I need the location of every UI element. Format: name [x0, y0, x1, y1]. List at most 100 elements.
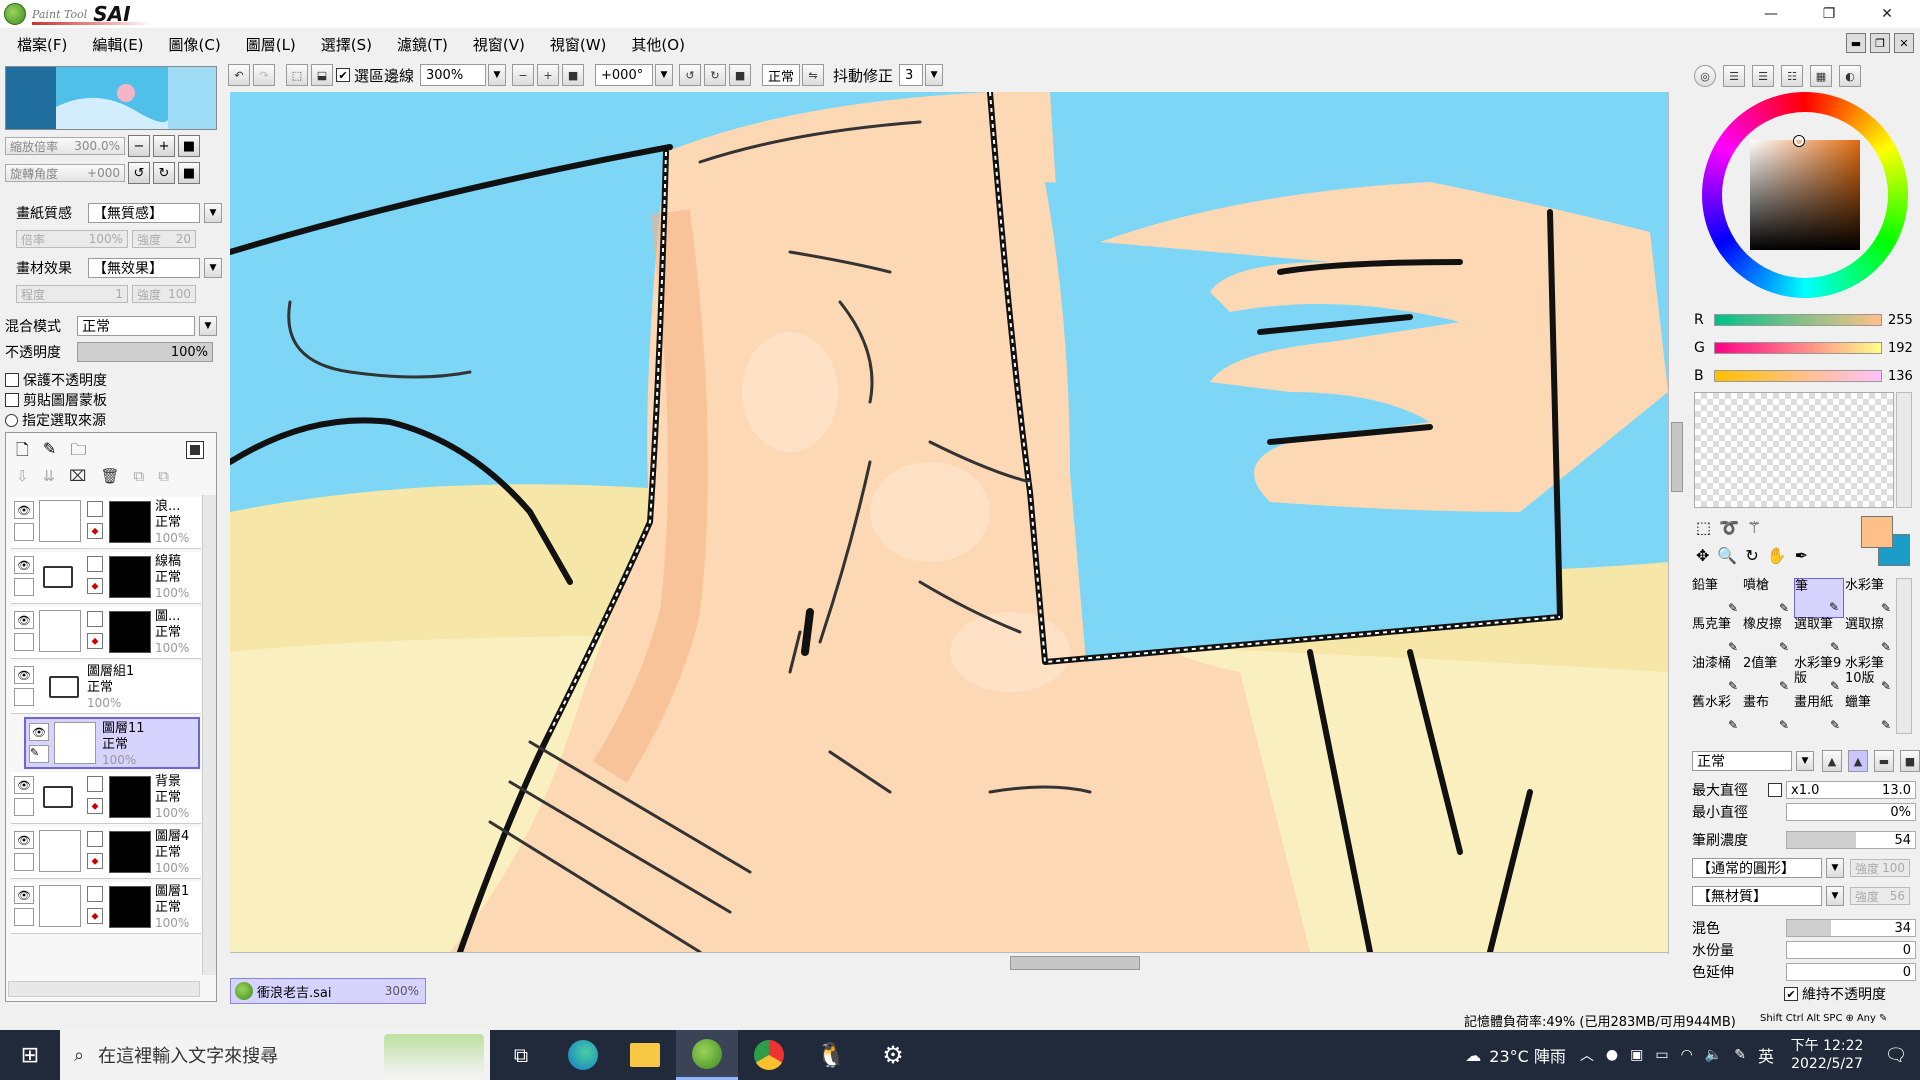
chevron-up-icon[interactable]: ︿ [1580, 1045, 1594, 1065]
layer-row[interactable]: 👁 ⬥ 圖... 正常 100% [11, 607, 201, 659]
chevron-down-icon[interactable]: ▼ [488, 64, 507, 86]
chevron-down-icon[interactable]: ▼ [1796, 751, 1814, 771]
lock-toggle[interactable] [14, 798, 34, 816]
canvas-horizontal-scrollbar[interactable] [230, 952, 1668, 972]
menu-select[interactable]: 選擇(S) [321, 34, 372, 55]
angle-slider[interactable]: 旋轉角度 +000 [5, 164, 125, 182]
merge-down-icon[interactable]: ⇊ [43, 467, 56, 485]
tool-grid-scrollbar[interactable] [1896, 578, 1912, 734]
max-diameter-slider[interactable]: x1.0 13.0 [1786, 781, 1916, 799]
rotate-select[interactable]: +000° [595, 64, 654, 86]
mask-link-icon[interactable]: ⬥ [87, 633, 103, 649]
lock-toggle[interactable] [14, 853, 34, 871]
chrome-icon[interactable] [738, 1030, 800, 1080]
opacity-slider[interactable]: 100% [77, 342, 213, 362]
effect-select[interactable]: 【無效果】 [88, 258, 200, 278]
restore-button[interactable]: ❐ [1806, 0, 1852, 28]
b-slider[interactable] [1714, 370, 1882, 382]
tool-1[interactable]: 噴槍 ✎ [1743, 578, 1793, 618]
eye-icon[interactable]: 👁 [14, 666, 34, 684]
mask-toggle[interactable] [87, 556, 103, 572]
rgb-slider-tab[interactable]: ☰ [1723, 65, 1745, 87]
wifi-icon[interactable]: ◠ [1681, 1047, 1693, 1063]
tool-6[interactable]: 選取筆 ✎ [1794, 617, 1844, 657]
windows-start-icon[interactable]: ⊞ [0, 1030, 60, 1080]
paper-scale-field[interactable]: 倍率 100% [16, 230, 128, 248]
canvas-vertical-scrollbar[interactable] [1668, 92, 1686, 954]
mask-link-icon[interactable]: ⬥ [87, 853, 103, 869]
layer-row[interactable]: 👁 ⬥ 線稿 正常 100% [11, 552, 201, 604]
effect-strength-field[interactable]: 強度 100 [132, 285, 196, 303]
zoom-out-button[interactable]: − [128, 135, 150, 157]
menu-edit[interactable]: 編輯(E) [92, 34, 143, 55]
lasso-icon[interactable]: ➰ [1719, 518, 1739, 537]
zoom-select[interactable]: 300% [420, 64, 487, 86]
layer-row[interactable]: 👁 圖層組1 正常 100% [11, 662, 201, 714]
rect-select-icon[interactable]: ⬚ [1696, 518, 1711, 537]
tool-4[interactable]: 馬克筆 ✎ [1692, 617, 1742, 657]
clipping-checkbox[interactable] [5, 393, 19, 407]
edge-square-button[interactable]: ■ [1900, 750, 1920, 772]
minimize-button[interactable]: — [1748, 0, 1794, 28]
flip-canvas-button[interactable]: ⇋ [802, 64, 825, 86]
chevron-down-icon[interactable]: ▼ [199, 316, 217, 336]
qq-icon[interactable]: 🐧 [800, 1030, 862, 1080]
rotate-right-button[interactable]: ↻ [153, 162, 175, 184]
menu-other[interactable]: 其他(O) [631, 34, 685, 55]
menu-layer[interactable]: 圖層(L) [246, 34, 296, 55]
close-button[interactable]: ✕ [1864, 0, 1910, 28]
lock-toggle[interactable] [14, 688, 34, 706]
tool-0[interactable]: 鉛筆 ✎ [1692, 578, 1742, 618]
lock-toggle[interactable] [14, 633, 34, 651]
clock[interactable]: 下午 12:22 2022/5/27 [1782, 1037, 1872, 1073]
eye-icon[interactable]: 👁 [14, 886, 34, 904]
battery-icon[interactable]: ▭ [1655, 1047, 1668, 1063]
tool-12[interactable]: 舊水彩 ✎ [1692, 695, 1742, 735]
mdi-restore-button[interactable]: ❐ [1870, 33, 1890, 53]
transfer-down-icon[interactable]: ⇩ [16, 467, 29, 485]
zoom-out-button[interactable]: − [512, 64, 535, 86]
lock-toggle[interactable] [14, 578, 34, 596]
mask-toggle[interactable] [87, 886, 103, 902]
zoom-reset-button[interactable]: ■ [178, 135, 200, 157]
layer-row[interactable]: 👁 ⬥ 浪... 正常 100% [11, 497, 201, 549]
clear-layer-icon[interactable]: ⌧ [69, 467, 86, 485]
edge-icon[interactable] [552, 1030, 614, 1080]
undo-button[interactable]: ↶ [228, 64, 250, 86]
mask-link-icon[interactable]: ⬥ [87, 523, 103, 539]
layer-row-selected[interactable]: 👁 ✎ 圖層11 正常 100% [24, 717, 200, 769]
sai-taskbar-icon[interactable] [676, 1030, 738, 1080]
tool-15[interactable]: 蠟筆 ✎ [1845, 695, 1895, 735]
zoom-icon[interactable]: 🔍 [1717, 546, 1737, 565]
water-slider[interactable]: 0 [1786, 941, 1916, 959]
preserve-opacity-checkbox[interactable] [5, 373, 19, 387]
scratchpad-scrollbar[interactable] [1896, 392, 1912, 508]
file-tab[interactable]: 衝浪老吉.sai 300% [230, 978, 426, 1004]
taskbar-search-box[interactable]: ⌕ 在這裡輸入文字來搜尋 [60, 1030, 490, 1080]
rotate-reset-button[interactable]: ■ [729, 64, 752, 86]
rotate-left-button[interactable]: ↺ [679, 64, 702, 86]
paper-strength-field[interactable]: 強度 20 [132, 230, 196, 248]
lock-toggle[interactable] [14, 523, 34, 541]
tool-7[interactable]: 選取擦 ✎ [1845, 617, 1895, 657]
chevron-down-icon[interactable]: ▼ [1826, 858, 1844, 878]
hsv-slider-tab[interactable]: ☰ [1752, 65, 1774, 87]
mask-link-icon[interactable]: ⬥ [87, 908, 103, 924]
hand-icon[interactable]: ✋ [1767, 546, 1787, 565]
vertical-scroll-thumb[interactable] [1671, 422, 1683, 492]
eye-icon[interactable]: 👁 [14, 501, 34, 519]
color-wheel[interactable] [1702, 92, 1908, 298]
trash-icon[interactable]: 🗑 [100, 467, 119, 485]
new-layer-icon[interactable]: 🗋 [16, 439, 29, 466]
redo-button[interactable]: ↷ [253, 64, 275, 86]
edge-flat-button[interactable]: ▬ [1874, 750, 1894, 772]
volume-icon[interactable]: 🔈 [1705, 1047, 1722, 1063]
rotate-left-button[interactable]: ↺ [128, 162, 150, 184]
menu-view[interactable]: 視窗(V) [473, 34, 525, 55]
layer-row[interactable]: 👁 ⬥ 圖層4 正常 100% [11, 827, 201, 879]
ime-indicator[interactable]: 英 [1758, 1043, 1774, 1067]
selection-source-radio[interactable] [5, 413, 18, 427]
tool-8[interactable]: 油漆桶 ✎ [1692, 656, 1742, 696]
edge-hard-button[interactable]: ▲ [1822, 750, 1842, 772]
tool-11[interactable]: 水彩筆10版 ✎ [1845, 656, 1895, 696]
